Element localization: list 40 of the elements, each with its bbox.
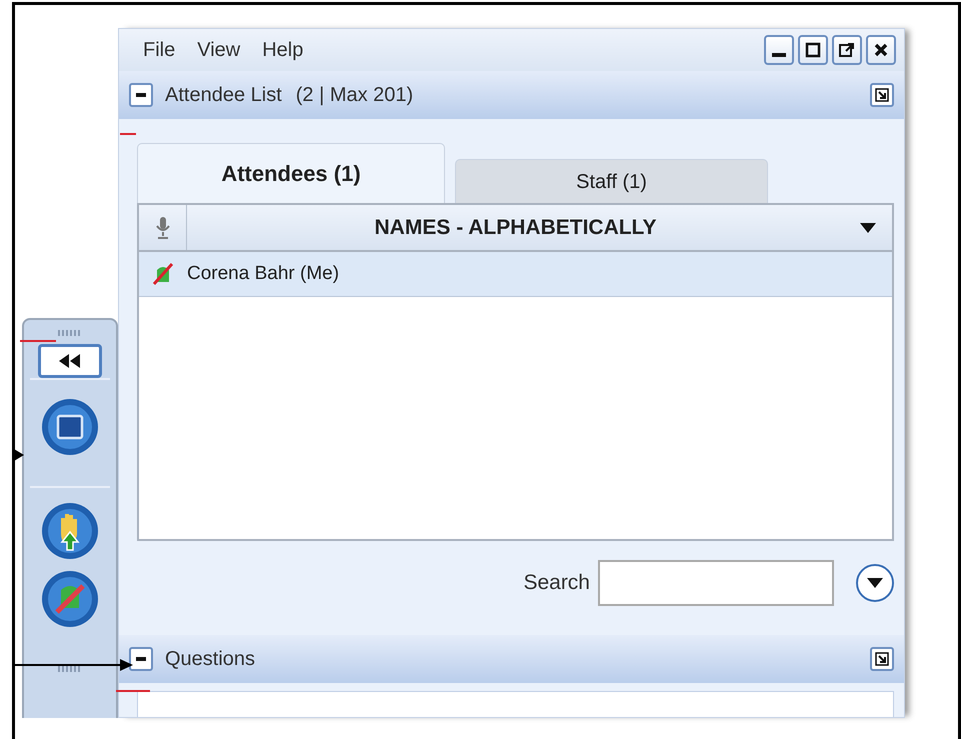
muted-mic-icon xyxy=(151,262,175,286)
muted-mic-icon[interactable] xyxy=(41,570,99,628)
minimize-button[interactable] xyxy=(764,35,794,65)
annotation-mark xyxy=(20,340,56,342)
rewind-icon xyxy=(59,354,81,368)
restore-icon xyxy=(875,88,889,102)
microphone-icon xyxy=(154,216,172,240)
annotation-mark xyxy=(120,133,136,135)
maximize-button[interactable] xyxy=(798,35,828,65)
close-button[interactable] xyxy=(866,35,896,65)
panel-title: Questions xyxy=(165,647,256,672)
menu-item[interactable]: File xyxy=(143,35,176,65)
restore-button[interactable] xyxy=(870,83,894,107)
screen-share-icon[interactable] xyxy=(41,398,99,456)
restore-icon xyxy=(875,652,889,666)
maximize-icon xyxy=(804,41,822,59)
dropdown-button[interactable] xyxy=(856,564,894,602)
list-row[interactable]: Corena Bahr (Me) xyxy=(139,252,892,297)
caret-icon xyxy=(867,578,883,588)
collapse-button[interactable] xyxy=(129,83,153,107)
collapse-button[interactable] xyxy=(38,344,102,378)
caret-icon[interactable] xyxy=(860,222,876,232)
search-field[interactable] xyxy=(598,560,834,606)
grip-handle[interactable] xyxy=(58,330,82,336)
minimize-icon xyxy=(772,53,786,57)
tab[interactable]: Attendees (1) xyxy=(137,143,445,203)
menu-item[interactable]: View xyxy=(197,35,240,65)
attendee-name: Corena Bahr (Me) xyxy=(187,262,340,286)
menu-item[interactable]: Help xyxy=(262,35,304,65)
panel-title: Attendee List xyxy=(165,83,282,108)
tab[interactable]: Staff (1) xyxy=(455,159,768,203)
close-icon xyxy=(872,41,890,59)
annotation-mark xyxy=(116,690,150,692)
restore-button[interactable] xyxy=(870,647,894,671)
search-label: Search xyxy=(523,570,590,596)
attendee-count: (2 | Max 201) xyxy=(296,83,414,108)
grip-handle[interactable] xyxy=(58,666,82,672)
collapse-button[interactable] xyxy=(129,647,153,671)
pop-out-button[interactable] xyxy=(832,35,862,65)
pop-out-icon xyxy=(838,41,856,59)
